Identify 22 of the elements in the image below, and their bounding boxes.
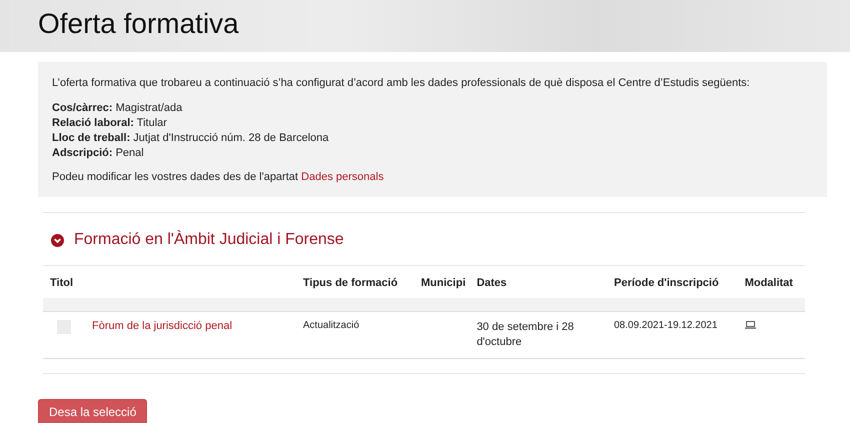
- save-selection-button[interactable]: Desa la selecció: [38, 399, 148, 423]
- column-header: Període d'inscripció: [614, 266, 745, 298]
- profile-field: Adscripció: Penal: [52, 146, 813, 161]
- intro-text: L’oferta formativa que trobareu a continuació s’ha configurat d’acord amb les dades professionals de què disposa el Centre d’Estudis següents:: [52, 77, 751, 89]
- profile-field: Cos/càrrec: Magistrat/ada: [52, 101, 813, 116]
- column-header: Modalitat: [744, 266, 805, 298]
- profile-field: Relació laboral: Titular: [52, 116, 813, 131]
- section-title[interactable]: Formació en l'Àmbit Judicial i Forense: [74, 231, 344, 249]
- course-link[interactable]: Fòrum de la jurisdicció penal: [92, 320, 232, 332]
- column-header: Tipus de formació: [303, 266, 422, 298]
- profile-field: Lloc de treball: Jutjat d'Instrucció núm. 28 de Barcelona: [52, 131, 813, 146]
- note-text: Podeu modificar les vostres dades des de l'apartat Dades personals: [52, 171, 385, 183]
- column-header: Titol: [43, 266, 303, 298]
- page-title: Oferta formativa: [38, 10, 239, 38]
- column-header: Dates: [476, 266, 614, 298]
- table-cell-text: 30 de setembre i 28 d'octubre: [476, 320, 575, 350]
- personal-data-link[interactable]: Dades personals: [301, 171, 384, 183]
- table-cell: 08.09.2021-19.12.2021: [614, 320, 718, 331]
- table-cell: Actualització: [303, 320, 360, 331]
- laptop-icon: [744, 321, 756, 329]
- column-header: Municipi: [421, 266, 477, 298]
- chevron-icon[interactable]: [51, 234, 64, 246]
